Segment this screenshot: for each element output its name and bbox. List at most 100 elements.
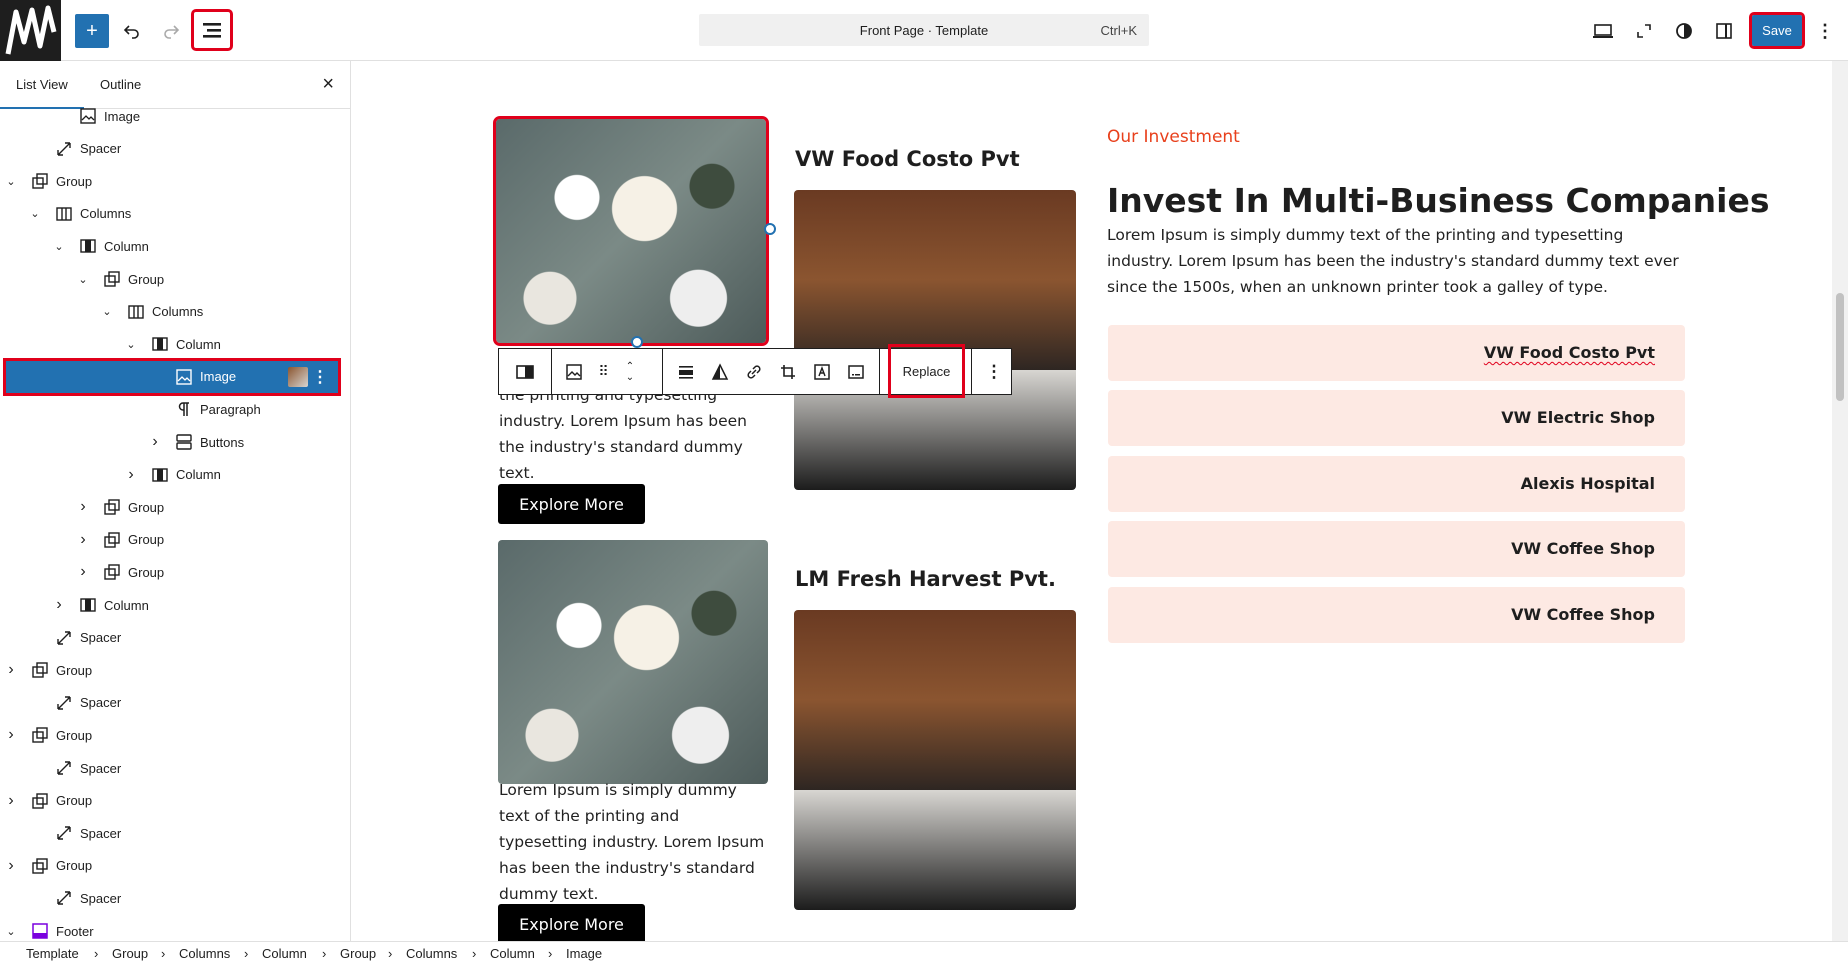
breadcrumb-item[interactable]: Template: [26, 946, 79, 961]
duotone-button[interactable]: [703, 349, 737, 394]
text-overlay-button[interactable]: [805, 349, 839, 394]
more-vertical-icon: ⋮: [985, 361, 1003, 381]
column-icon: [516, 364, 534, 379]
chevron-down-icon[interactable]: ⌄: [100, 305, 114, 318]
company-card[interactable]: VW Electric Shop: [1108, 390, 1685, 446]
fullscreen-button[interactable]: [1627, 14, 1661, 48]
canvas-scrollbar[interactable]: [1832, 61, 1848, 941]
chevron-right-icon[interactable]: ›: [148, 433, 162, 451]
align-button[interactable]: [669, 349, 703, 394]
company-card[interactable]: VW Food Costo Pvt: [1108, 325, 1685, 381]
resize-handle-right[interactable]: [764, 223, 776, 235]
company-card[interactable]: Alexis Hospital: [1108, 456, 1685, 512]
options-button[interactable]: ⋮: [1808, 14, 1842, 48]
close-sidebar-button[interactable]: ×: [322, 73, 334, 96]
chevron-right-icon[interactable]: ›: [76, 498, 90, 516]
list-view-toggle-button[interactable]: [191, 9, 233, 51]
scrollbar-thumb[interactable]: [1836, 293, 1844, 401]
list-view-item-spacer[interactable]: Spacer: [0, 622, 350, 654]
caption-button[interactable]: [839, 349, 873, 394]
more-vertical-icon[interactable]: ⋮: [312, 367, 328, 387]
list-view-item-columns[interactable]: ⌄ Columns: [0, 198, 350, 230]
chevron-down-icon[interactable]: ⌄: [52, 240, 66, 253]
add-block-button[interactable]: +: [75, 14, 109, 48]
breadcrumb-item[interactable]: Columns: [179, 946, 230, 961]
chevron-right-icon[interactable]: ›: [124, 466, 138, 484]
list-view-item-group[interactable]: › Group: [0, 719, 350, 751]
device-preview-button[interactable]: [1586, 14, 1620, 48]
drag-handle[interactable]: ⠿: [591, 349, 617, 394]
list-view-item-label: Spacer: [80, 890, 122, 906]
breadcrumb-item[interactable]: Column: [490, 946, 535, 961]
list-view-item-group[interactable]: › Group: [0, 850, 350, 882]
chevron-right-icon: ›: [161, 946, 166, 961]
link-button[interactable]: [737, 349, 771, 394]
list-view-item-group[interactable]: › Group: [0, 556, 350, 588]
list-view-item-buttons[interactable]: › Buttons: [0, 426, 350, 458]
chevron-right-icon[interactable]: ›: [52, 596, 66, 614]
breadcrumb-item[interactable]: Image: [566, 946, 602, 961]
chevron-right-icon[interactable]: ›: [4, 857, 18, 875]
list-view-item-column[interactable]: ⌄ Column: [0, 328, 350, 360]
list-view-item-paragraph[interactable]: Paragraph: [0, 393, 350, 425]
settings-sidebar-button[interactable]: [1707, 14, 1741, 48]
chevron-down-icon[interactable]: ⌄: [4, 925, 18, 938]
resize-handle-bottom[interactable]: [631, 336, 643, 348]
redo-button[interactable]: [154, 14, 188, 48]
list-view-item-footer[interactable]: ⌄ Footer: [0, 915, 350, 941]
chevron-right-icon[interactable]: ›: [4, 726, 18, 744]
styles-button[interactable]: [1667, 14, 1701, 48]
list-view-item-column[interactable]: ⌄ Column: [0, 230, 350, 262]
spacer-icon: [54, 888, 74, 908]
chevron-right-icon[interactable]: ›: [4, 792, 18, 810]
company-card[interactable]: VW Coffee Shop: [1108, 587, 1685, 643]
chevron-down-icon[interactable]: ⌄: [4, 175, 18, 188]
card2-title: LM Fresh Harvest Pvt.: [795, 567, 1056, 591]
list-view-item-label: Group: [56, 727, 93, 743]
breadcrumb-item[interactable]: Group: [112, 946, 148, 961]
chevron-down-icon[interactable]: ⌄: [76, 273, 90, 286]
block-options-button[interactable]: ⋮: [977, 349, 1011, 394]
chevron-right-icon[interactable]: ›: [4, 661, 18, 679]
list-view-item-spacer[interactable]: Spacer: [0, 882, 350, 914]
list-view-item-group[interactable]: › Group: [0, 491, 350, 523]
editor-header: + Front Page · Template Ctrl+K Save ⋮: [0, 0, 1848, 61]
list-view-item-group[interactable]: ⌄ Group: [0, 165, 350, 197]
list-view-item-image[interactable]: Image ⋮: [3, 357, 341, 396]
list-view-item-spacer[interactable]: Spacer: [0, 817, 350, 849]
chevron-down-icon[interactable]: ⌄: [28, 207, 42, 220]
crop-button[interactable]: [771, 349, 805, 394]
more-vertical-icon: ⋮: [1816, 20, 1834, 41]
list-view-item-group[interactable]: › Group: [0, 654, 350, 686]
list-view-item-image[interactable]: Image: [0, 100, 350, 132]
list-view-item-group[interactable]: › Group: [0, 524, 350, 556]
company-card[interactable]: VW Coffee Shop: [1108, 521, 1685, 577]
list-view-item-column[interactable]: › Column: [0, 459, 350, 491]
list-view-item-group[interactable]: › Group: [0, 785, 350, 817]
paragraph-icon: [174, 399, 194, 419]
list-view-item-group[interactable]: ⌄ Group: [0, 263, 350, 295]
chevron-right-icon[interactable]: ›: [76, 531, 90, 549]
list-view-item-spacer[interactable]: Spacer: [0, 687, 350, 719]
move-up-down-buttons[interactable]: ⌃ ⌄: [617, 349, 643, 394]
site-logo[interactable]: [0, 0, 61, 61]
chevron-right-icon[interactable]: ›: [76, 563, 90, 581]
breadcrumb-item[interactable]: Columns: [406, 946, 457, 961]
replace-button[interactable]: Replace: [888, 344, 965, 398]
selected-image-block[interactable]: [493, 116, 769, 346]
chevron-up-icon: ⌃: [625, 360, 635, 372]
list-view-item-spacer[interactable]: Spacer: [0, 752, 350, 784]
save-button[interactable]: Save: [1749, 12, 1805, 49]
command-palette-button[interactable]: Front Page · Template Ctrl+K: [699, 14, 1149, 46]
list-view-item-columns[interactable]: ⌄ Columns: [0, 296, 350, 328]
list-view-item-column[interactable]: › Column: [0, 589, 350, 621]
card2-explore-button[interactable]: Explore More: [498, 904, 645, 941]
chevron-down-icon[interactable]: ⌄: [124, 338, 138, 351]
list-view-item-spacer[interactable]: Spacer: [0, 133, 350, 165]
undo-button[interactable]: [115, 14, 149, 48]
parent-select-button[interactable]: [499, 349, 551, 394]
breadcrumb-item[interactable]: Column: [262, 946, 307, 961]
block-type-button[interactable]: [557, 349, 591, 394]
breadcrumb-item[interactable]: Group: [340, 946, 376, 961]
card1-explore-button[interactable]: Explore More: [498, 484, 645, 524]
